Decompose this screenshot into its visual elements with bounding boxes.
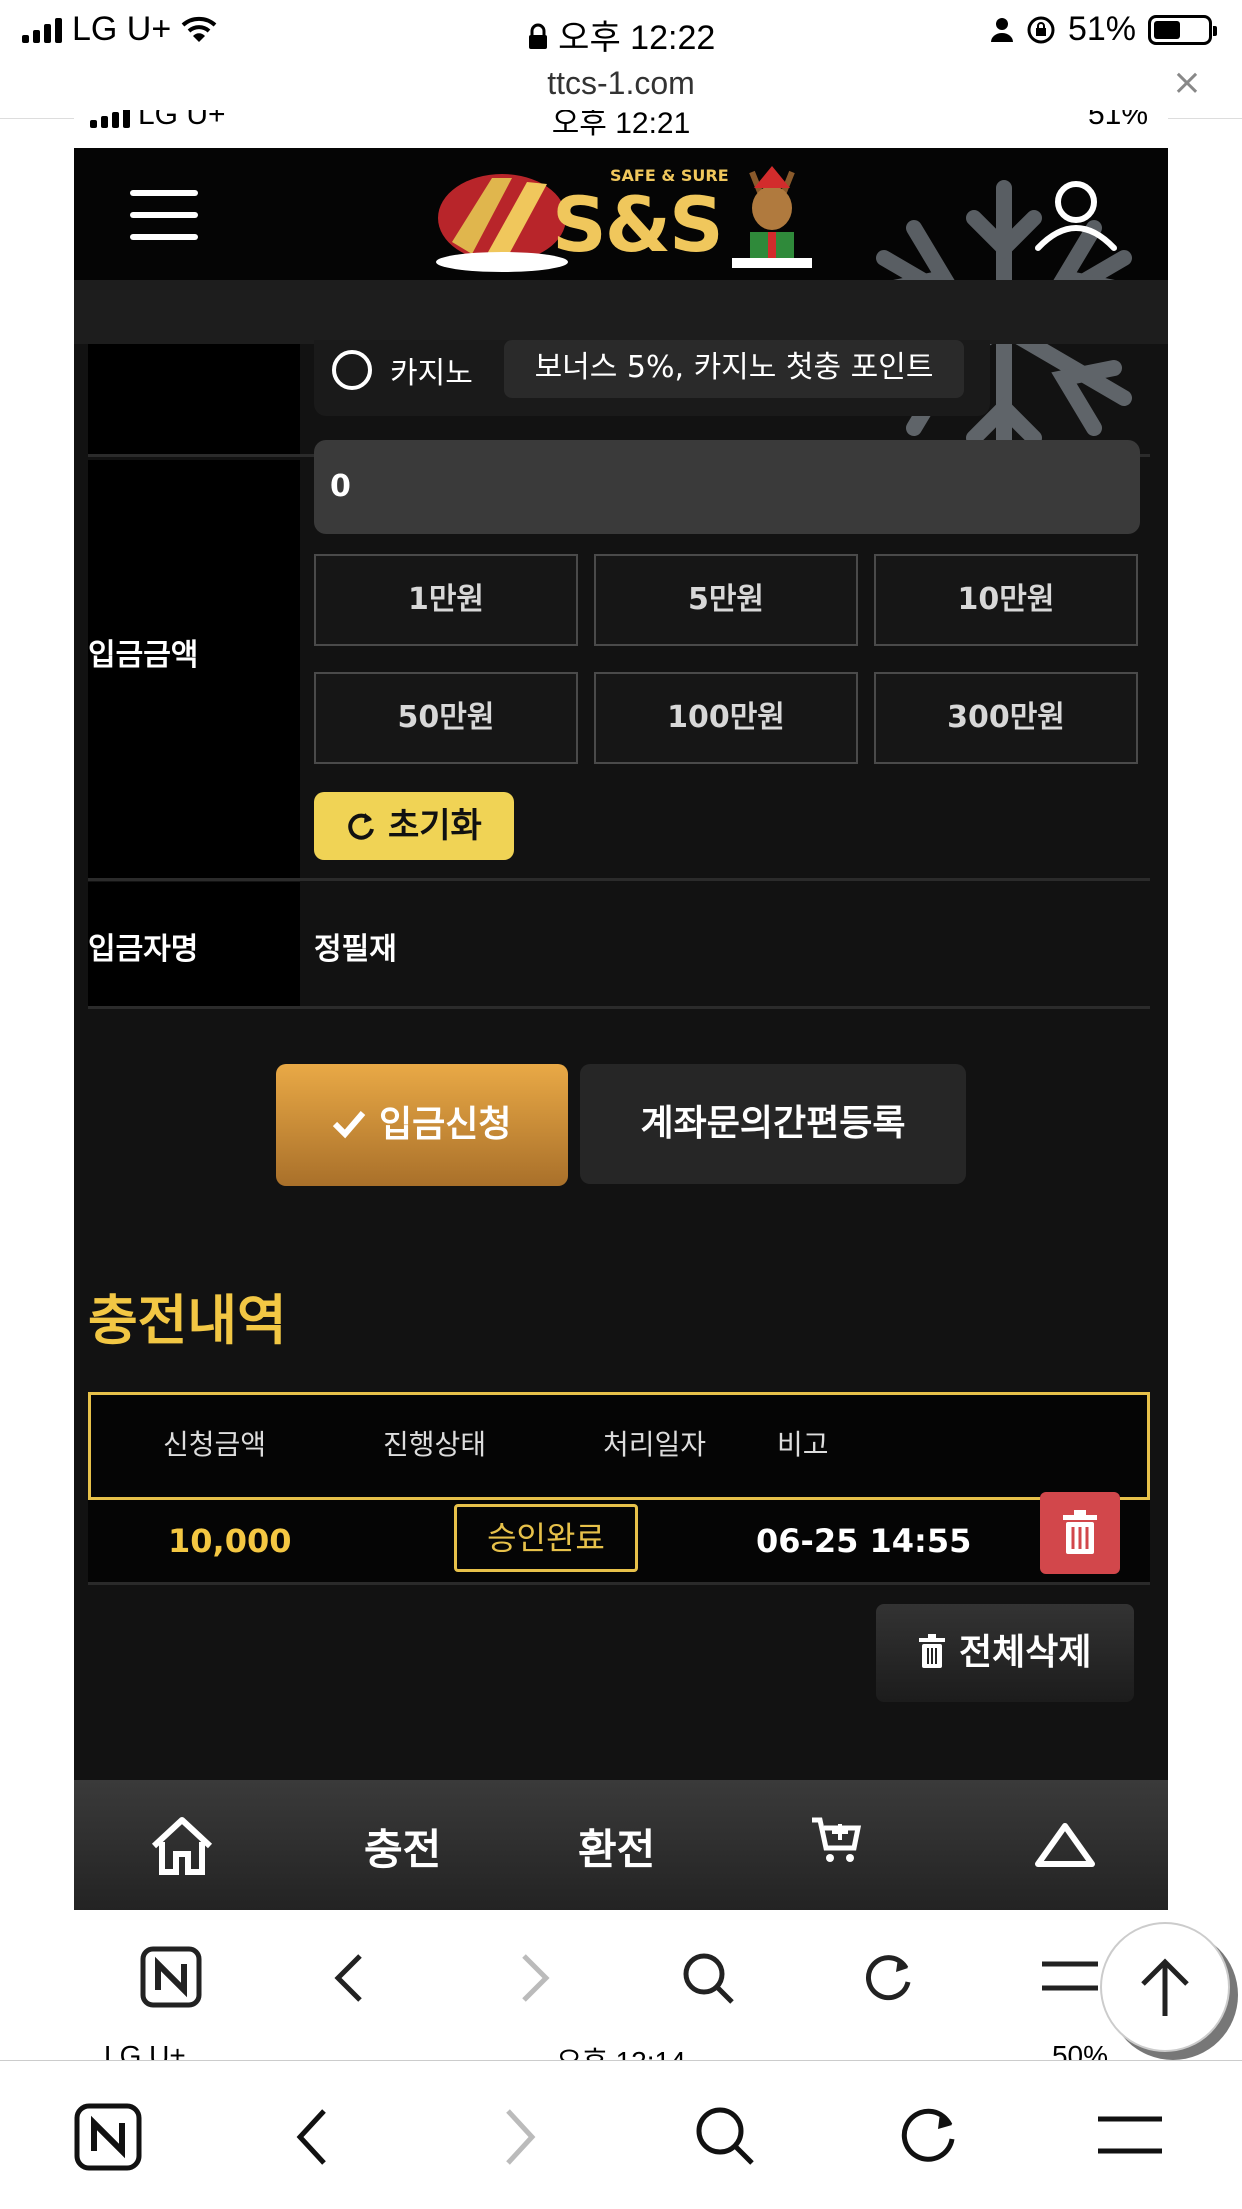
reset-button[interactable]: 초기화 bbox=[314, 792, 514, 860]
amount-100man-button[interactable]: 100만원 bbox=[594, 672, 858, 764]
cart-icon[interactable] bbox=[810, 1816, 862, 1866]
home-icon[interactable] bbox=[150, 1816, 214, 1876]
lock-icon bbox=[528, 23, 547, 49]
refresh-icon bbox=[348, 813, 375, 840]
row-amount: 10,000 bbox=[168, 1522, 292, 1560]
back-icon[interactable] bbox=[294, 2107, 330, 2167]
bonus-tag: 보너스 5%, 카지노 첫충 포인트 bbox=[504, 340, 964, 398]
rotation-lock-icon bbox=[1027, 16, 1055, 43]
search-icon[interactable] bbox=[692, 2103, 756, 2167]
scroll-up-button[interactable] bbox=[1100, 1922, 1230, 2052]
casino-label: 카지노 bbox=[390, 356, 473, 391]
inner-battery: 51% bbox=[1087, 110, 1148, 131]
site-logo[interactable]: SAFE & SURE S&S bbox=[432, 162, 812, 274]
close-icon[interactable]: × bbox=[1172, 62, 1202, 104]
amount-5man-button[interactable]: 5만원 bbox=[594, 554, 858, 646]
history-table-header: 신청금액 진행상태 처리일자 비고 bbox=[88, 1392, 1150, 1500]
logo-text: S&S bbox=[552, 180, 724, 269]
person-icon bbox=[990, 17, 1013, 42]
amount-300man-button[interactable]: 300만원 bbox=[874, 672, 1138, 764]
back-icon[interactable] bbox=[332, 1952, 366, 2004]
naver-icon[interactable] bbox=[140, 1946, 202, 2008]
nav-charge[interactable]: 충전 bbox=[364, 1816, 441, 1877]
account-inquiry-button[interactable]: 계좌문의간편등록 bbox=[580, 1064, 966, 1184]
col-status: 진행상태 bbox=[383, 1428, 487, 1461]
label-cell bbox=[88, 344, 300, 456]
inner-clock: 오후 12:21 bbox=[551, 110, 691, 140]
depositor-value: 정필재 bbox=[314, 932, 397, 967]
depositor-label: 입금자명 bbox=[88, 932, 199, 967]
status-bar: LG U+ 오후 12:22 51% bbox=[0, 0, 1242, 62]
trash-icon bbox=[1063, 1510, 1097, 1554]
hamburger-menu-icon[interactable] bbox=[130, 190, 198, 240]
history-title: 충전내역 bbox=[88, 1289, 287, 1352]
menu-icon[interactable] bbox=[1040, 1956, 1100, 1996]
inner-browser-toolbar bbox=[74, 1910, 1168, 2038]
naver-icon[interactable] bbox=[74, 2103, 142, 2171]
scroll-top-icon[interactable] bbox=[1034, 1820, 1096, 1870]
refresh-icon[interactable] bbox=[896, 2103, 960, 2167]
site-header: SAFE & SURE S&S bbox=[74, 148, 1168, 476]
row-date: 06-25 14:55 bbox=[756, 1522, 972, 1560]
delete-row-button[interactable] bbox=[1040, 1492, 1120, 1574]
amount-50man-button[interactable]: 50만원 bbox=[314, 672, 578, 764]
browser-toolbar bbox=[0, 2060, 1242, 2209]
deposit-amount-label: 입금금액 bbox=[88, 638, 199, 673]
clock: 오후 12:22 bbox=[558, 19, 716, 57]
site-frame: SAFE & SURE S&S 카지노 보너스 5%, 카지노 첫충 포인트 입… bbox=[74, 148, 1168, 1910]
reset-label: 초기화 bbox=[388, 806, 482, 846]
logo-emblem-icon bbox=[436, 174, 568, 272]
refresh-icon[interactable] bbox=[860, 1950, 916, 2006]
battery-icon bbox=[1148, 14, 1217, 45]
status-badge: 승인완료 bbox=[454, 1504, 638, 1572]
divider bbox=[88, 878, 1150, 881]
url-text: ttcs-1.com bbox=[547, 65, 695, 101]
forward-icon[interactable] bbox=[502, 2107, 538, 2167]
amount-10man-button[interactable]: 10만원 bbox=[874, 554, 1138, 646]
col-amount: 신청금액 bbox=[163, 1428, 267, 1461]
nav-exchange[interactable]: 환전 bbox=[578, 1816, 655, 1877]
apply-label: 입금신청 bbox=[379, 1104, 512, 1145]
delete-all-button[interactable]: 전체삭제 bbox=[876, 1604, 1134, 1702]
forward-icon[interactable] bbox=[518, 1952, 552, 2004]
subheader-bar bbox=[74, 280, 1168, 344]
col-note: 비고 bbox=[777, 1428, 829, 1461]
overlay-battery: 50% bbox=[1051, 2040, 1108, 2062]
amount-input[interactable]: 0 bbox=[314, 440, 1140, 534]
divider bbox=[88, 1006, 1150, 1009]
delete-all-label: 전체삭제 bbox=[959, 1632, 1092, 1673]
casino-option[interactable]: 카지노 보너스 5%, 카지노 첫충 포인트 bbox=[314, 340, 990, 416]
table-row: 10,000 승인완료 06-25 14:55 bbox=[88, 1492, 1150, 1585]
amount-1man-button[interactable]: 1만원 bbox=[314, 554, 578, 646]
casino-radio[interactable] bbox=[332, 350, 372, 390]
inner-status-bar: LG U+ 오후 12:21 51% bbox=[74, 110, 1168, 148]
reindeer-mascot-icon bbox=[732, 166, 812, 268]
menu-icon[interactable] bbox=[1096, 2113, 1164, 2157]
deposit-apply-button[interactable]: 입금신청 bbox=[276, 1064, 568, 1186]
bottom-nav: 충전 환전 bbox=[74, 1780, 1168, 1910]
col-date: 처리일자 bbox=[603, 1428, 707, 1461]
overlay-status-strip: LG U+ 오후 12:14 50% bbox=[74, 2040, 1168, 2062]
battery-percent: 51% bbox=[1067, 10, 1136, 48]
arrow-up-icon bbox=[1141, 1958, 1189, 2016]
user-icon[interactable] bbox=[1034, 178, 1118, 252]
check-icon bbox=[333, 1111, 366, 1139]
trash-icon bbox=[919, 1634, 946, 1668]
search-icon[interactable] bbox=[680, 1950, 736, 2006]
